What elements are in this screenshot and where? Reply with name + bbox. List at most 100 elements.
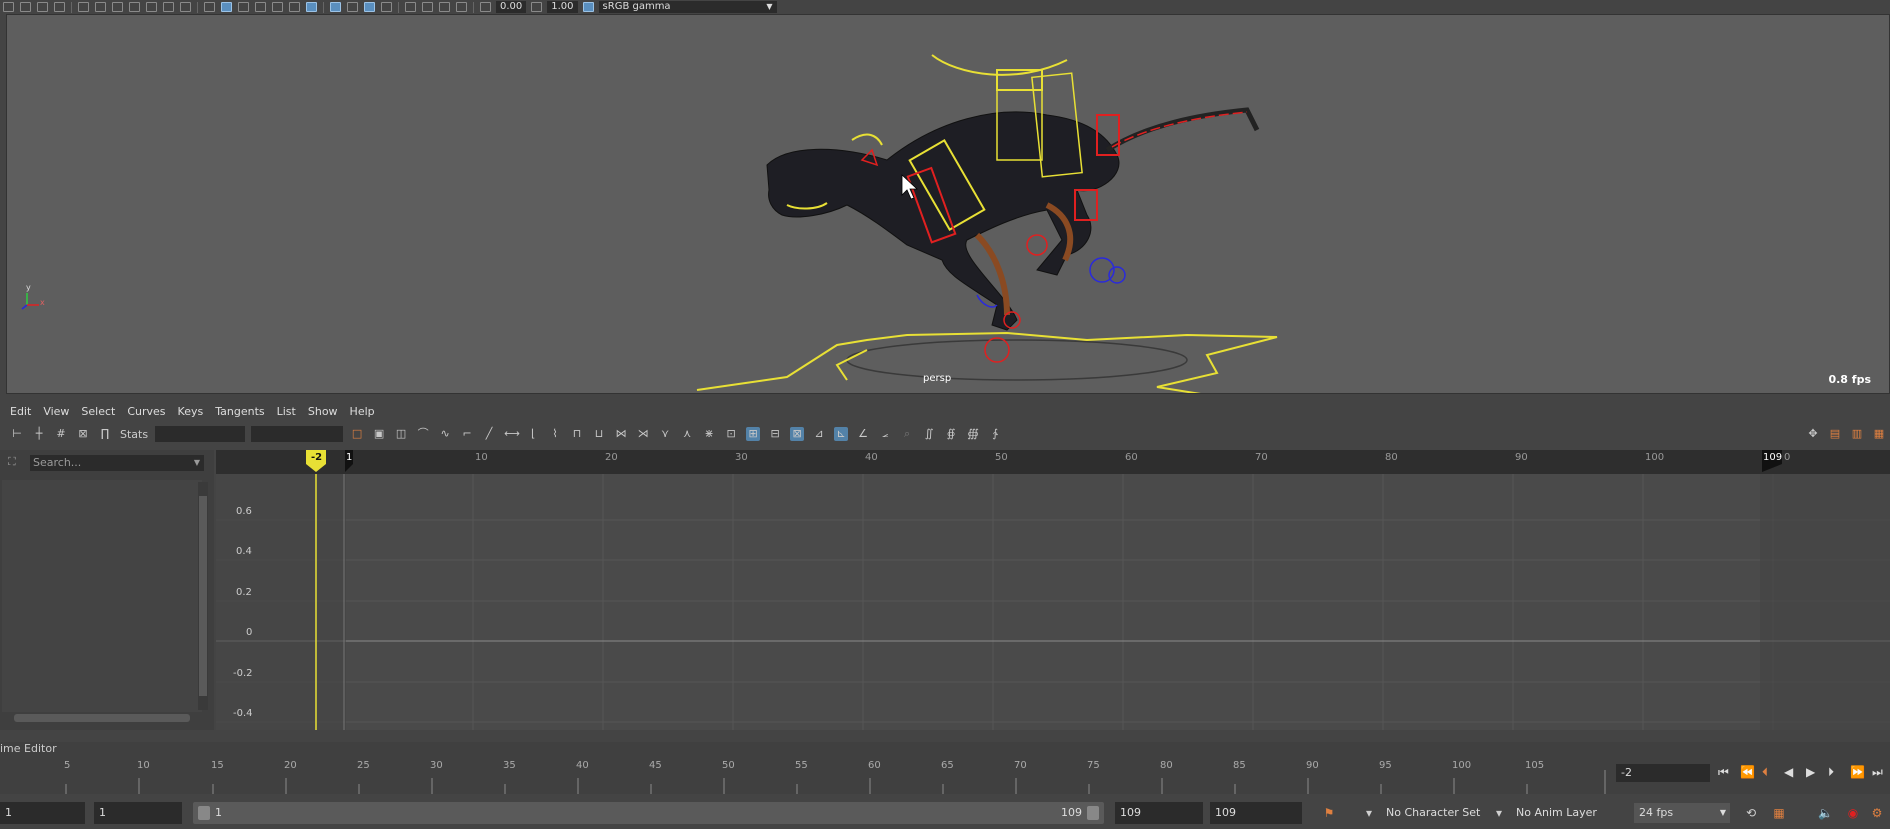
loop-icon[interactable]: ⟲ [1744, 806, 1758, 820]
safe-action-icon[interactable] [163, 2, 174, 12]
swap-buffer-icon[interactable]: ⊔ [592, 427, 606, 441]
time-editor-icon[interactable]: ▦ [1872, 427, 1886, 441]
current-frame-field[interactable]: -2 [1616, 764, 1710, 782]
stacked-curves-icon[interactable]: ⊾ [834, 427, 849, 441]
menu-help[interactable]: Help [344, 405, 381, 418]
cache-playback-icon[interactable]: ▦ [1772, 806, 1786, 820]
frame-playback-icon[interactable]: ◫ [394, 427, 408, 441]
menu-view[interactable]: View [37, 405, 75, 418]
play-forwards-icon[interactable]: ▶ [1806, 765, 1815, 779]
time-snap-icon[interactable]: ⊟ [768, 427, 782, 441]
time-editor-label[interactable]: ime Editor [0, 742, 1890, 756]
stats-value-field[interactable] [251, 426, 344, 442]
anti-aliasing-icon[interactable] [364, 2, 375, 12]
auto-frame-icon[interactable]: ⊞ [746, 427, 761, 441]
isolate-curve-icon[interactable]: ⌕ [900, 427, 914, 441]
3d-viewport[interactable]: y x persp 0.8 fps [6, 14, 1890, 394]
playback-start-field[interactable]: 1 [94, 802, 182, 824]
field-chart-icon[interactable] [146, 2, 157, 12]
xray-icon[interactable] [255, 2, 266, 12]
clamped-tangent-icon[interactable]: ⌐ [460, 427, 474, 441]
image-plane-icon[interactable] [54, 2, 65, 12]
textured-icon[interactable] [272, 2, 283, 12]
xray-joints-icon[interactable] [422, 2, 433, 12]
gamma-icon[interactable] [531, 2, 543, 12]
outliner-list[interactable] [2, 480, 202, 712]
outliner-search-input[interactable]: Search... ▼ [30, 455, 204, 471]
ambient-occlusion-icon[interactable] [330, 2, 341, 12]
retime-icon[interactable]: ∏ [98, 427, 112, 441]
menu-select[interactable]: Select [75, 405, 121, 418]
lock-weight-icon[interactable]: ⋏ [680, 427, 694, 441]
outliner-horizontal-scrollbar[interactable] [14, 714, 190, 722]
sound-icon[interactable]: 🔈 [1818, 806, 1833, 820]
lights-icon[interactable] [289, 2, 300, 12]
character-set-dropdown-icon[interactable]: ▾ [1362, 806, 1376, 820]
oscillate-icon[interactable]: ∰ [966, 427, 980, 441]
wireframe-on-shaded-icon[interactable] [238, 2, 249, 12]
step-back-frame-icon[interactable]: ⏪ [1740, 765, 1755, 779]
menu-curves[interactable]: Curves [121, 405, 171, 418]
frame-all-icon[interactable] [456, 2, 467, 12]
camera-attributes-icon[interactable] [20, 2, 31, 12]
play-backwards-icon[interactable]: ◀ [1784, 765, 1793, 779]
resolution-gate-icon[interactable] [112, 2, 123, 12]
range-slider[interactable]: 1 109 [193, 802, 1104, 824]
buffer-curve-icon[interactable]: ⊓ [570, 427, 584, 441]
bookmark-icon[interactable] [37, 2, 48, 12]
scrollbar-thumb[interactable] [199, 496, 207, 696]
range-end-handle[interactable] [1087, 806, 1099, 820]
character-set-dropdown[interactable]: No Character Set [1378, 802, 1496, 824]
auto-tangent-icon[interactable]: ⌒ [416, 427, 430, 441]
gamma-field[interactable]: 1.00 [547, 1, 578, 13]
insert-key-icon[interactable]: ┼ [32, 427, 46, 441]
step-back-key-icon[interactable]: ⏴ [1762, 765, 1768, 780]
menu-tangents[interactable]: Tangents [209, 405, 270, 418]
time-slider[interactable]: 5 10 15 20 25 30 35 40 45 50 55 60 65 70… [0, 756, 1610, 794]
flat-tangent-icon[interactable]: ⟷ [504, 427, 520, 441]
weighted-tangents-icon[interactable]: ⋇ [702, 427, 716, 441]
shadows-icon[interactable] [306, 2, 317, 12]
plateau-tangent-icon[interactable]: ⌇ [548, 427, 562, 441]
step-forward-frame-icon[interactable]: ⏩ [1850, 765, 1865, 779]
preferences-icon[interactable]: ⚙ [1870, 806, 1884, 820]
smooth-shade-icon[interactable] [221, 2, 232, 12]
outliner-vertical-scrollbar[interactable] [198, 482, 208, 710]
frame-selection-icon[interactable]: ▣ [372, 427, 386, 441]
dope-sheet-icon[interactable]: ▤ [1828, 427, 1842, 441]
move-key-icon[interactable]: ⊢ [10, 427, 24, 441]
graph-view[interactable]: -2 1 109 0 10 20 30 40 50 60 70 80 90 10… [216, 450, 1890, 730]
menu-edit[interactable]: Edit [0, 405, 37, 418]
auto-key-icon[interactable]: ⚑ [1322, 806, 1336, 820]
frame-all-icon[interactable]: □ [350, 427, 364, 441]
xray-active-icon[interactable] [439, 2, 450, 12]
normalize-icon[interactable]: ⊿ [812, 427, 826, 441]
key-stats-icon[interactable]: ⊡ [724, 427, 738, 441]
isolate-select-icon[interactable] [405, 2, 416, 12]
color-management-icon[interactable] [582, 2, 594, 12]
pre-infinity-icon[interactable]: ∠ [856, 427, 870, 441]
animation-preferences-icon[interactable]: ◉ [1846, 806, 1860, 820]
menu-keys[interactable]: Keys [172, 405, 210, 418]
trax-editor-icon[interactable]: ▥ [1850, 427, 1864, 441]
value-snap-icon[interactable]: ⊠ [790, 427, 805, 441]
step-forward-key-icon[interactable]: ⏵ [1828, 765, 1834, 780]
menu-list[interactable]: List [271, 405, 302, 418]
move-view-icon[interactable]: ✥ [1806, 427, 1820, 441]
linear-tangent-icon[interactable]: ╱ [482, 427, 496, 441]
anim-layer-dropdown-icon[interactable]: ▾ [1492, 806, 1506, 820]
exposure-icon[interactable] [480, 2, 491, 12]
exposure-field[interactable]: 0.00 [496, 1, 527, 13]
grid-icon[interactable] [78, 2, 89, 12]
color-space-dropdown[interactable]: sRGB gamma ▼ [598, 1, 777, 13]
anim-layer-dropdown[interactable]: No Anim Layer [1508, 802, 1618, 824]
linear-infinity-icon[interactable]: ∱ [988, 427, 1002, 441]
gate-mask-icon[interactable] [129, 2, 140, 12]
post-infinity-icon[interactable]: ⦟ [878, 427, 892, 441]
motion-blur-icon[interactable] [347, 2, 358, 12]
cycle-icon[interactable]: ∬ [922, 427, 936, 441]
cycle-offset-icon[interactable]: ∯ [944, 427, 958, 441]
camera-icon[interactable] [3, 2, 14, 12]
film-gate-icon[interactable] [95, 2, 106, 12]
step-tangent-icon[interactable]: ⌊ [526, 427, 540, 441]
